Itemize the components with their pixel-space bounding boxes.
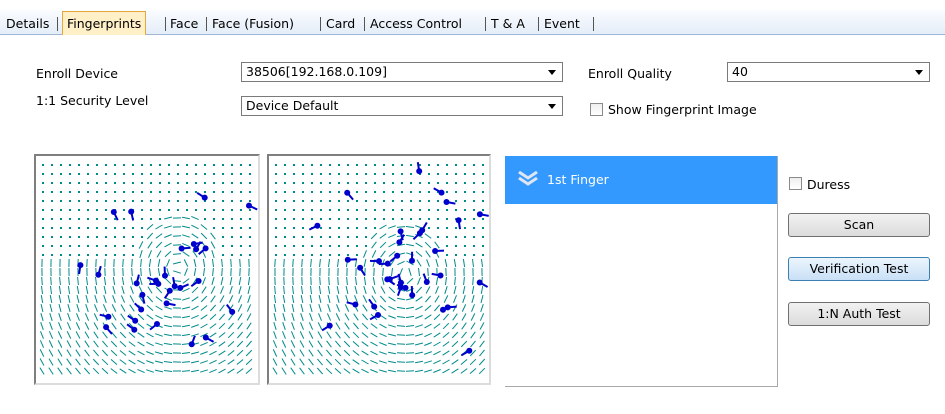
dropdown-arrow-icon xyxy=(548,70,556,75)
show-fingerprint-image-label[interactable]: Show Fingerprint Image xyxy=(608,102,757,117)
auth-test-button[interactable]: 1:N Auth Test xyxy=(788,302,930,326)
duress-checkbox[interactable] xyxy=(789,177,802,190)
tab-separator xyxy=(206,17,207,31)
finger-list-item-selected[interactable]: 1st Finger xyxy=(505,156,777,204)
enroll-device-value: 38506[192.168.0.109] xyxy=(246,64,387,79)
tab-t-and-a[interactable]: T & A xyxy=(491,15,525,33)
tab-fingerprints[interactable]: Fingerprints xyxy=(62,11,147,35)
tab-separator xyxy=(593,17,594,31)
tab-separator xyxy=(165,17,166,31)
dropdown-arrow-icon xyxy=(548,104,556,109)
enroll-device-label: Enroll Device xyxy=(36,66,119,81)
fingerprint-image-2 xyxy=(267,154,491,385)
tab-separator xyxy=(364,17,365,31)
finger-label: 1st Finger xyxy=(547,172,609,187)
fingerprint-ridge-map xyxy=(272,162,489,375)
duress-label[interactable]: Duress xyxy=(807,177,850,192)
dropdown-arrow-icon xyxy=(915,70,923,75)
tab-separator xyxy=(538,17,539,31)
tab-bar: Details Fingerprints Face Face (Fusion) … xyxy=(0,10,945,35)
finger-list: 1st Finger xyxy=(505,156,778,387)
enroll-quality-value: 40 xyxy=(732,64,748,79)
security-level-label: 1:1 Security Level xyxy=(36,93,149,108)
scan-button[interactable]: Scan xyxy=(788,213,930,237)
enroll-quality-select[interactable]: 40 xyxy=(727,62,930,82)
verification-test-button[interactable]: Verification Test xyxy=(788,257,930,281)
tab-separator xyxy=(320,17,321,31)
tab-separator xyxy=(485,17,486,31)
security-level-select[interactable]: Device Default xyxy=(241,96,563,116)
tab-separator xyxy=(57,17,58,31)
fingerprint-image-1 xyxy=(34,154,260,385)
fingerprint-ridge-map xyxy=(39,164,258,375)
tab-event[interactable]: Event xyxy=(544,15,580,33)
enroll-device-select[interactable]: 38506[192.168.0.109] xyxy=(241,62,563,82)
tab-details[interactable]: Details xyxy=(6,15,49,33)
enroll-quality-label: Enroll Quality xyxy=(588,66,672,81)
tab-card[interactable]: Card xyxy=(326,15,355,33)
tab-face[interactable]: Face xyxy=(170,15,198,33)
show-fingerprint-image-checkbox[interactable] xyxy=(590,103,603,116)
security-level-value: Device Default xyxy=(246,98,339,113)
tab-face-fusion[interactable]: Face (Fusion) xyxy=(212,15,294,33)
double-chevron-down-icon xyxy=(518,170,538,186)
tab-access-control[interactable]: Access Control xyxy=(370,15,462,33)
